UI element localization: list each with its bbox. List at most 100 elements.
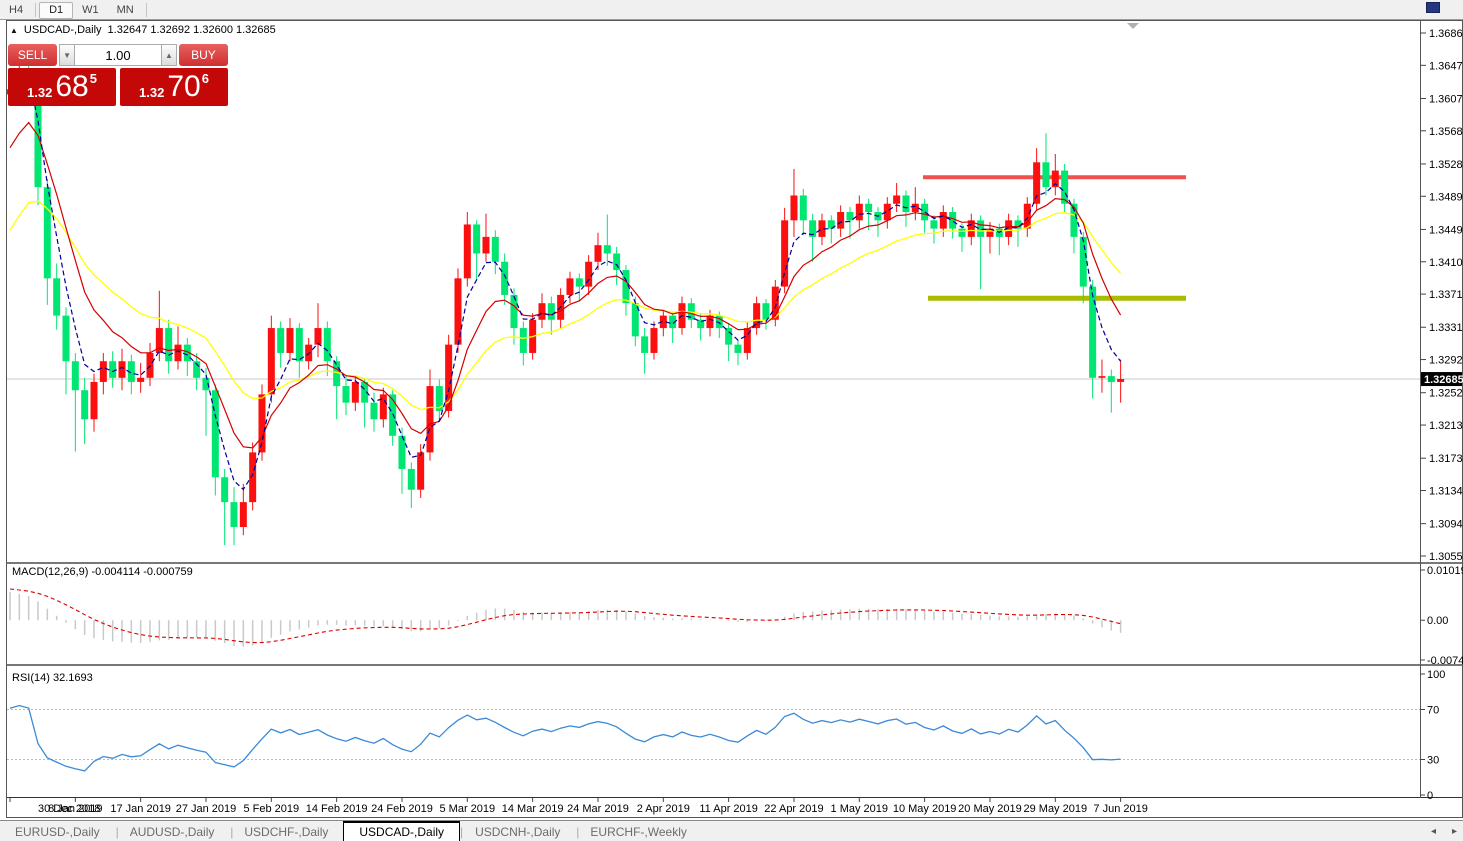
tab-audusd[interactable]: AUDUSD-,Daily	[115, 821, 230, 841]
candle	[790, 195, 797, 220]
candle	[380, 394, 387, 419]
candle	[856, 204, 863, 221]
date-axis-label: 1 May 2019	[831, 803, 888, 815]
volume-input[interactable]	[75, 44, 161, 66]
macd-axis-label: -0.007476	[1427, 655, 1463, 667]
candle	[240, 502, 247, 527]
candle	[930, 220, 937, 228]
period-button-mn[interactable]: MN	[108, 3, 143, 18]
date-axis-label: 2 Apr 2019	[637, 803, 690, 815]
candle	[137, 378, 144, 382]
candle	[296, 328, 303, 361]
price-axis-label: 1.35280	[1429, 159, 1463, 171]
volume-decrease-button[interactable]: ▼	[59, 44, 75, 66]
candle	[1052, 171, 1059, 188]
tab-eurusd[interactable]: EURUSD-,Daily	[0, 821, 115, 841]
sell-price-main: 68	[55, 70, 88, 104]
period-button-w1[interactable]: W1	[73, 3, 108, 18]
candle	[501, 262, 508, 295]
buy-price-box[interactable]: 1.32 70 6	[120, 68, 228, 106]
sell-price-box[interactable]: 1.32 68 5	[8, 68, 116, 106]
candle	[706, 316, 713, 328]
price-axis-label: 1.34890	[1429, 191, 1463, 203]
sell-button[interactable]: SELL	[8, 44, 57, 66]
chart-ohlc-values: 1.32647 1.32692 1.32600 1.32685	[108, 24, 276, 36]
candle	[482, 237, 489, 254]
candle	[492, 237, 499, 262]
price-axis-label: 1.31730	[1429, 453, 1463, 465]
tab-usdcnh[interactable]: USDCNH-,Daily	[460, 821, 575, 841]
buy-button[interactable]: BUY	[179, 44, 228, 66]
period-toolbar: H4 D1 W1 MN	[0, 0, 1463, 20]
date-axis-label: 7 Jun 2019	[1093, 803, 1147, 815]
price-axis-label: 1.32920	[1429, 355, 1463, 367]
tab-scroll-right-icon[interactable]: ▸	[1452, 826, 1457, 837]
tab-eurchf[interactable]: EURCHF-,Weekly	[575, 821, 701, 841]
candle	[949, 212, 956, 229]
price-axis-label: 1.31340	[1429, 486, 1463, 498]
price-axis-label: 1.33310	[1429, 322, 1463, 334]
one-click-trade-panel: SELL ▼ ▲ BUY 1.32 68 5 1.32 70 6	[8, 44, 228, 106]
candle	[510, 295, 517, 328]
candle	[352, 382, 359, 403]
candle	[230, 502, 237, 527]
candle	[548, 303, 555, 320]
period-button-d1[interactable]: D1	[39, 2, 73, 19]
candle	[594, 245, 601, 262]
chart-canvas[interactable]: 1.36860 1.36470 1.36070 1.35680 1.35280 1.348…	[0, 0, 1463, 841]
price-axis-label: 1.36470	[1429, 60, 1463, 72]
rsi-axis-label: 30	[1427, 755, 1439, 767]
period-button-h4[interactable]: H4	[0, 3, 32, 18]
buy-price-pip: 6	[202, 71, 209, 86]
candle	[165, 328, 172, 361]
collapse-panel-icon[interactable]: ▲	[10, 26, 18, 35]
macd-indicator-label: MACD(12,26,9) -0.004114 -0.000759	[12, 566, 193, 578]
candle	[174, 345, 181, 362]
candle	[893, 195, 900, 203]
price-axis-label: 1.32130	[1429, 420, 1463, 432]
volume-increase-button[interactable]: ▲	[161, 44, 177, 66]
candle	[1098, 376, 1105, 378]
date-axis-label: 5 Mar 2019	[439, 803, 495, 815]
candle	[398, 436, 405, 469]
price-axis-label: 1.30940	[1429, 519, 1463, 531]
toolbar-separator	[35, 3, 36, 17]
candle	[342, 386, 349, 403]
candle	[249, 452, 256, 502]
tab-usdchf[interactable]: USDCHF-,Daily	[229, 821, 343, 841]
candle	[1024, 204, 1031, 229]
tab-scroll-left-icon[interactable]: ◂	[1431, 826, 1436, 837]
window-icon	[1426, 2, 1440, 13]
candle	[613, 253, 620, 270]
rsi-axis-label: 100	[1427, 669, 1445, 681]
date-axis-label: 20 May 2019	[958, 803, 1022, 815]
candle	[100, 361, 107, 382]
candle	[473, 224, 480, 253]
candle	[837, 212, 844, 229]
price-axis-label: 1.36860	[1429, 28, 1463, 40]
candle	[865, 204, 872, 212]
candle	[734, 345, 741, 353]
sell-price-prefix: 1.32	[27, 85, 52, 100]
rsi-indicator-label: RSI(14) 32.1693	[12, 672, 93, 684]
price-axis-label: 1.35680	[1429, 126, 1463, 138]
date-axis-label: 24 Mar 2019	[567, 803, 629, 815]
candle	[762, 303, 769, 320]
price-axis-label: 1.36070	[1429, 93, 1463, 105]
candle	[940, 212, 947, 229]
terminal-workspace: H4 D1 W1 MN 1.36860 1.36470 1.36070 1.35680…	[0, 0, 1463, 841]
candle	[520, 328, 527, 353]
candle	[109, 361, 116, 378]
candle	[921, 204, 928, 221]
candle	[90, 382, 97, 419]
candle	[566, 278, 573, 295]
tab-usdcad[interactable]: USDCAD-,Daily	[343, 821, 460, 841]
candle	[81, 390, 88, 419]
date-axis-label: 22 Apr 2019	[764, 803, 823, 815]
candle	[1033, 162, 1040, 203]
candle	[538, 303, 545, 320]
candle	[72, 361, 79, 390]
date-axis-label: 14 Feb 2019	[306, 803, 368, 815]
candle	[1089, 287, 1096, 378]
candle	[314, 328, 321, 345]
